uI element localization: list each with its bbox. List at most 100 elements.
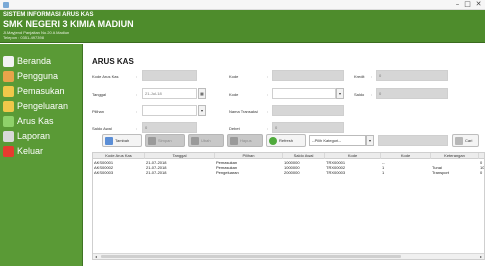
sidebar-item-pengeluaran[interactable]: Pengeluaran: [0, 99, 83, 114]
main-panel: ARUS KAS Kode Arus Kas : Tanggal : 21-Ju…: [84, 44, 485, 266]
column-header[interactable]: Pilihan: [215, 153, 283, 159]
chevron-down-icon[interactable]: ▾: [198, 105, 206, 116]
kode-select[interactable]: [272, 88, 336, 99]
table-header: Kode Arus Kas Tanggal Pilihan Saldo Awal…: [93, 153, 484, 159]
report-icon: [3, 131, 14, 142]
nama-transaksi-field[interactable]: [272, 105, 344, 116]
arus-kas-table[interactable]: Kode Arus Kas Tanggal Pilihan Saldo Awal…: [92, 152, 485, 260]
school-name: SMK NEGERI 3 KIMIA MADIUN: [3, 19, 134, 29]
kategori-select[interactable]: --Pilih Kategori--: [309, 135, 366, 146]
table-cell: 2000000: [284, 170, 300, 175]
system-title: SISTEM INFORMASI ARUS KAS: [3, 12, 94, 18]
tambah-button-label: Tambah: [115, 138, 130, 143]
folder-icon: [3, 86, 14, 97]
pilihan-label: Pilihan: [92, 109, 105, 114]
kode-field[interactable]: [272, 70, 344, 81]
colon: :: [267, 109, 269, 114]
chevron-down-icon[interactable]: ▾: [366, 135, 374, 146]
pilihan-select[interactable]: [142, 105, 197, 116]
scroll-left-icon[interactable]: ◂: [93, 254, 99, 259]
column-header[interactable]: Kode: [325, 153, 381, 159]
table-cell: TRX00003: [326, 170, 346, 175]
colon: :: [136, 126, 138, 131]
table-cell: AKS00003: [94, 170, 114, 175]
app-icon: [3, 2, 9, 8]
delete-icon: [230, 137, 238, 145]
tanggal-field[interactable]: 21-Jul-18: [142, 88, 197, 99]
ubah-button[interactable]: Ubah: [188, 134, 224, 147]
colon: :: [267, 126, 269, 131]
minimize-button[interactable]: –: [453, 1, 462, 8]
sidebar-item-label: Laporan: [17, 131, 51, 141]
column-header[interactable]: Tanggal: [145, 153, 215, 159]
page-title: ARUS KAS: [92, 57, 134, 66]
horizontal-scrollbar[interactable]: ◂ ▸: [93, 253, 484, 259]
sidebar-item-label: Pengeluaran: [17, 101, 69, 111]
colon: :: [136, 109, 138, 114]
kode-select-label: Kode: [229, 92, 239, 97]
sidebar-item-label: Keluar: [17, 146, 44, 156]
column-header[interactable]: Kode Arus Kas: [93, 153, 145, 159]
hapus-button-label: Hapus: [240, 138, 252, 143]
sidebar-item-keluar[interactable]: Keluar: [0, 144, 83, 159]
search-icon: [455, 137, 463, 145]
simpan-button-label: Simpan: [158, 138, 172, 143]
kode-arus-kas-label: Kode Arus Kas: [92, 74, 119, 79]
kredit-field[interactable]: 0: [376, 70, 448, 81]
colon: :: [371, 74, 373, 79]
table-cell: Pengeluaran: [216, 170, 239, 175]
kredit-label: Kredit: [354, 74, 365, 79]
table-row[interactable]: AKS00003 21-07-2018 Pengeluaran 2000000 …: [93, 170, 484, 175]
sidebar-item-label: Beranda: [17, 56, 52, 66]
folder-icon: [3, 101, 14, 112]
colon: :: [136, 92, 138, 97]
edit-icon: [191, 137, 199, 145]
table-cell: 1: [382, 170, 385, 175]
sidebar-item-beranda[interactable]: Beranda: [0, 54, 83, 69]
hapus-button[interactable]: Hapus: [227, 134, 263, 147]
calendar-icon[interactable]: ▦: [198, 88, 206, 99]
colon: :: [136, 74, 138, 79]
debet-field[interactable]: 0: [272, 122, 344, 133]
sidebar: Beranda Pengguna Pemasukan Pengeluaran A…: [0, 44, 83, 266]
home-icon: [3, 56, 14, 67]
refresh-button-label: Refresh: [279, 138, 294, 143]
column-header[interactable]: Kode: [381, 153, 431, 159]
saldo-field[interactable]: 0: [376, 88, 448, 99]
nama-transaksi-label: Nama Transaksi: [229, 109, 258, 114]
column-header[interactable]: Saldo Awal: [283, 153, 325, 159]
sidebar-item-pemasukan[interactable]: Pemasukan: [0, 84, 83, 99]
saldo-awal-label: Saldo Awal: [92, 126, 112, 131]
sidebar-item-label: Pengguna: [17, 71, 59, 81]
tambah-button[interactable]: Tambah: [102, 134, 142, 147]
save-icon: [148, 137, 156, 145]
users-icon: [3, 71, 14, 82]
app-header: SISTEM INFORMASI ARUS KAS SMK NEGERI 3 K…: [0, 10, 485, 43]
sidebar-item-label: Pemasukan: [17, 86, 65, 96]
table-cell: Transport: [432, 170, 449, 175]
colon: :: [371, 92, 373, 97]
window-titlebar: – □ ✕: [0, 0, 485, 10]
sidebar-item-arus-kas[interactable]: Arus Kas: [0, 114, 83, 129]
scrollbar-thumb[interactable]: [101, 255, 401, 258]
cari-button[interactable]: Cari: [452, 134, 479, 147]
maximize-button[interactable]: □: [463, 1, 472, 8]
refresh-button[interactable]: Refresh: [266, 134, 306, 147]
column-header[interactable]: Keterangan: [431, 153, 479, 159]
refresh-icon: [3, 116, 14, 127]
chevron-down-icon[interactable]: ▾: [336, 88, 344, 99]
search-input[interactable]: [378, 135, 448, 146]
table-cell: 21-07-2018: [146, 170, 167, 175]
kode-arus-kas-field[interactable]: [142, 70, 197, 81]
sidebar-item-pengguna[interactable]: Pengguna: [0, 69, 83, 84]
simpan-button[interactable]: Simpan: [145, 134, 185, 147]
refresh-icon: [269, 137, 277, 145]
saldo-label: Saldo: [354, 92, 365, 97]
saldo-awal-field[interactable]: 0: [142, 122, 197, 133]
column-header[interactable]: [479, 153, 484, 159]
close-button[interactable]: ✕: [474, 1, 483, 8]
kode-label: Kode: [229, 74, 239, 79]
sidebar-item-laporan[interactable]: Laporan: [0, 129, 83, 144]
debet-label: Debet: [229, 126, 240, 131]
scroll-right-icon[interactable]: ▸: [478, 254, 484, 259]
